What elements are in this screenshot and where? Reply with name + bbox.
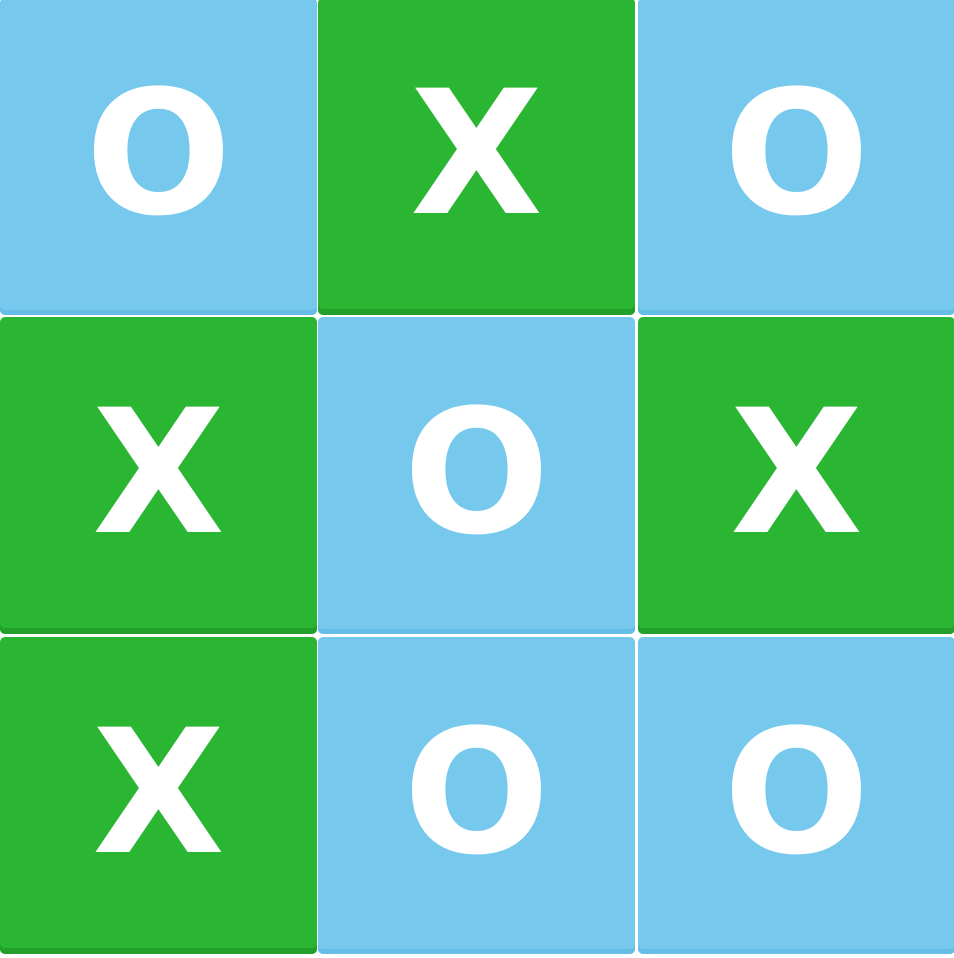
cell-top-right[interactable]: O: [638, 0, 954, 315]
cell-top-center[interactable]: X: [318, 0, 635, 315]
cell-top-left[interactable]: O: [0, 0, 317, 315]
cell-mark: O: [723, 691, 870, 893]
cell-mark: O: [403, 691, 550, 893]
cell-mark: X: [730, 371, 863, 573]
cell-bottom-center[interactable]: O: [318, 637, 635, 954]
cell-mark: X: [92, 691, 225, 893]
cell-mark: X: [92, 371, 225, 573]
cell-mark: O: [85, 52, 232, 254]
cell-mark: O: [723, 52, 870, 254]
cell-middle-right[interactable]: X: [638, 317, 954, 634]
cell-middle-left[interactable]: X: [0, 317, 317, 634]
cell-mark: O: [403, 371, 550, 573]
cell-bottom-right[interactable]: O: [638, 637, 954, 954]
tic-tac-toe-board: O X O X O X X O O: [0, 0, 954, 958]
cell-bottom-left[interactable]: X: [0, 637, 317, 954]
cell-mark: X: [410, 52, 543, 254]
cell-center[interactable]: O: [318, 317, 635, 634]
